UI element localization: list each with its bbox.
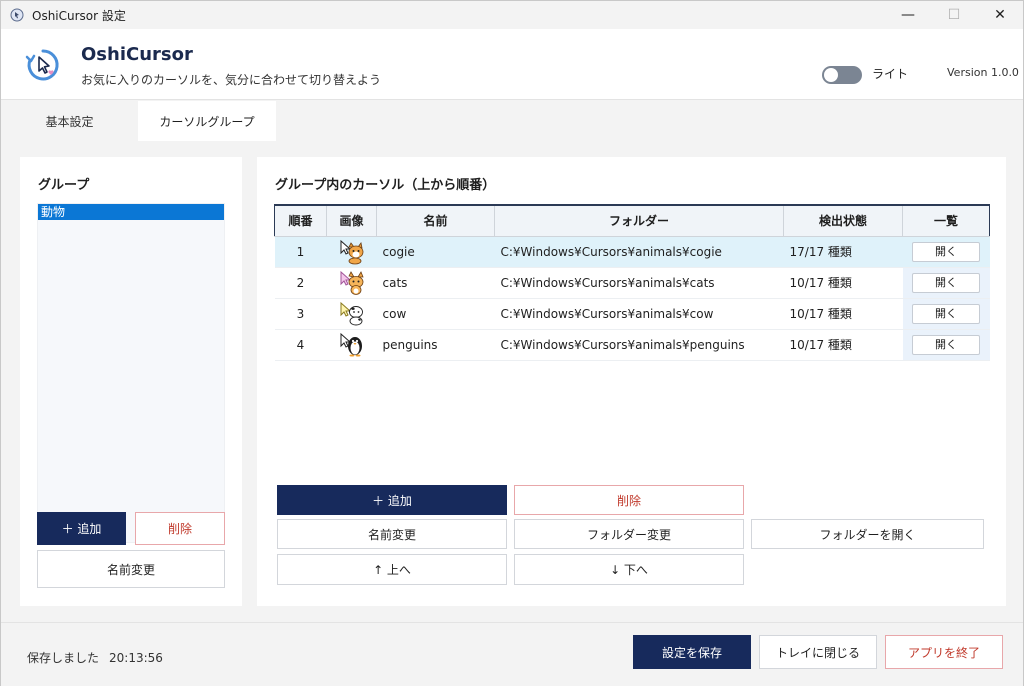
row-folder: C:¥Windows¥Cursors¥animals¥cats (494, 267, 784, 299)
row-name: cow (376, 298, 495, 330)
table-row[interactable]: 4 penguins C:¥Windows¥Cursors¥animals¥pe… (274, 329, 990, 361)
app-name: OshiCursor (81, 44, 193, 65)
column-header-name[interactable]: 名前 (376, 204, 495, 237)
status-time: 20:13:56 (109, 651, 163, 665)
close-button[interactable]: ✕ (977, 1, 1023, 29)
cursor-table: 順番 画像 名前 フォルダー 検出状態 一覧 1 cogie C:¥Window… (274, 204, 990, 361)
column-header-order[interactable]: 順番 (274, 204, 327, 237)
row-open-cell: 開く (902, 267, 990, 299)
row-name: cats (376, 267, 495, 299)
row-status: 17/17 種類 (783, 236, 903, 268)
maximize-button[interactable]: ☐ (931, 1, 977, 29)
group-list-item[interactable]: 動物 (38, 204, 224, 220)
tab-basic-settings[interactable]: 基本設定 (1, 101, 138, 141)
row-image (326, 329, 377, 361)
table-row[interactable]: 1 cogie C:¥Windows¥Cursors¥animals¥cogie… (274, 236, 990, 268)
theme-toggle[interactable] (822, 66, 862, 84)
window-title: OshiCursor 設定 (32, 8, 126, 23)
rename-group-button[interactable]: 名前変更 (37, 550, 225, 588)
row-status: 10/17 種類 (783, 267, 903, 299)
close-to-tray-button[interactable]: トレイに閉じる (759, 635, 877, 669)
open-list-button[interactable]: 開く (912, 334, 980, 355)
table-row[interactable]: 3 cow C:¥Windows¥Cursors¥animals¥cow 10/… (274, 298, 990, 330)
row-order: 3 (274, 298, 327, 330)
cow-cursor-icon (340, 301, 363, 325)
window-controls: — ☐ ✕ (885, 1, 1023, 29)
move-up-button[interactable]: ↑ 上へ (277, 554, 507, 585)
row-folder: C:¥Windows¥Cursors¥animals¥penguins (494, 329, 784, 361)
row-status: 10/17 種類 (783, 298, 903, 330)
app-tagline: お気に入りのカーソルを、気分に合わせて切り替えよう (81, 73, 382, 87)
group-panel-title: グループ (38, 178, 90, 193)
row-image (326, 267, 377, 299)
rename-cursor-button[interactable]: 名前変更 (277, 519, 507, 549)
dog-cursor-icon (340, 239, 363, 264)
table-row[interactable]: 2 cats C:¥Windows¥Cursors¥animals¥cats 1… (274, 267, 990, 299)
settings-window: OshiCursor 設定 — ☐ ✕ OshiCursor お気に入りのカーソ… (0, 0, 1024, 686)
footer-bar: 保存しました 20:13:56 設定を保存 トレイに閉じる アプリを終了 (1, 622, 1023, 686)
add-cursor-button[interactable]: ＋ 追加 (277, 485, 507, 515)
table-header-row: 順番 画像 名前 フォルダー 検出状態 一覧 (274, 204, 990, 237)
column-header-status[interactable]: 検出状態 (783, 204, 903, 237)
group-panel: グループ 動物 ＋ 追加 削除 名前変更 (20, 157, 242, 606)
change-folder-button[interactable]: フォルダー変更 (514, 519, 744, 549)
toggle-knob (824, 68, 838, 82)
delete-group-button[interactable]: 削除 (135, 512, 225, 545)
title-bar: OshiCursor 設定 — ☐ ✕ (1, 1, 1023, 29)
row-open-cell: 開く (902, 329, 990, 361)
column-header-list[interactable]: 一覧 (902, 204, 990, 237)
add-group-button[interactable]: ＋ 追加 (37, 512, 126, 545)
row-name: cogie (376, 236, 495, 268)
version-label: Version 1.0.0 (947, 66, 1019, 79)
row-open-cell: 開く (902, 298, 990, 330)
cursor-panel: グループ内のカーソル（上から順番） 順番 画像 名前 フォルダー 検出状態 一覧… (257, 157, 1006, 606)
row-image (326, 236, 377, 268)
row-open-cell: 開く (902, 236, 990, 268)
theme-label: ライト (872, 67, 909, 81)
row-image (326, 298, 377, 330)
minimize-button[interactable]: — (885, 1, 931, 29)
open-list-button[interactable]: 開く (912, 303, 980, 324)
tab-bar: 基本設定 カーソルグループ (1, 101, 1023, 141)
row-name: penguins (376, 329, 495, 361)
move-down-button[interactable]: ↓ 下へ (514, 554, 744, 585)
app-icon (10, 8, 24, 22)
open-folder-button[interactable]: フォルダーを開く (751, 519, 984, 549)
column-header-image[interactable]: 画像 (326, 204, 377, 237)
row-order: 1 (274, 236, 327, 268)
row-folder: C:¥Windows¥Cursors¥animals¥cow (494, 298, 784, 330)
open-list-button[interactable]: 開く (912, 272, 980, 293)
row-order: 4 (274, 329, 327, 361)
app-logo-icon (25, 49, 59, 81)
quit-app-button[interactable]: アプリを終了 (885, 635, 1003, 669)
delete-cursor-button[interactable]: 削除 (514, 485, 744, 515)
cat-cursor-icon (340, 270, 364, 295)
status-text: 保存しました (27, 651, 100, 665)
column-header-folder[interactable]: フォルダー (494, 204, 784, 237)
group-list[interactable]: 動物 (37, 203, 225, 543)
cursor-panel-title: グループ内のカーソル（上から順番） (275, 178, 496, 193)
penguin-cursor-icon (340, 332, 362, 356)
save-settings-button[interactable]: 設定を保存 (633, 635, 751, 669)
row-order: 2 (274, 267, 327, 299)
save-status: 保存しました 20:13:56 (27, 649, 163, 666)
open-list-button[interactable]: 開く (912, 241, 980, 262)
row-folder: C:¥Windows¥Cursors¥animals¥cogie (494, 236, 784, 268)
app-header: OshiCursor お気に入りのカーソルを、気分に合わせて切り替えよう ライト… (1, 29, 1023, 100)
row-status: 10/17 種類 (783, 329, 903, 361)
tab-cursor-groups[interactable]: カーソルグループ (138, 101, 276, 141)
